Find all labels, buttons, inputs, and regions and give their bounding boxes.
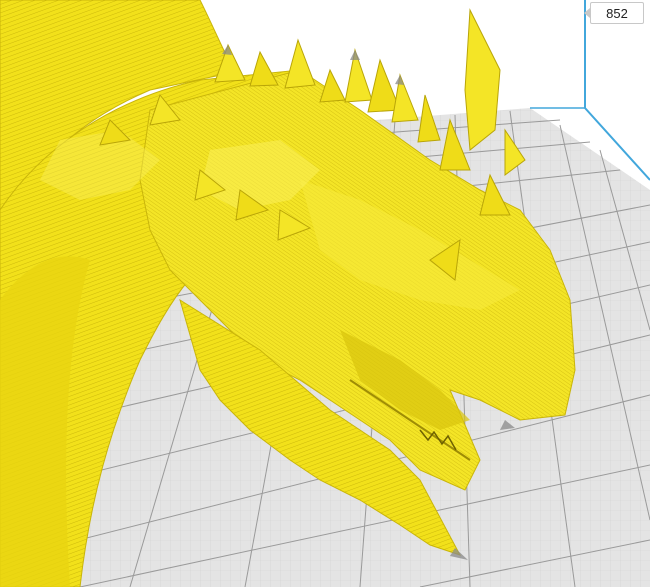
layer-number-box[interactable]: 852 (584, 2, 644, 24)
dragon-horn (464, 8, 501, 151)
layer-number-value: 852 (606, 5, 628, 21)
3d-viewport[interactable]: 852 (0, 0, 650, 587)
scene-canvas[interactable] (0, 0, 650, 587)
